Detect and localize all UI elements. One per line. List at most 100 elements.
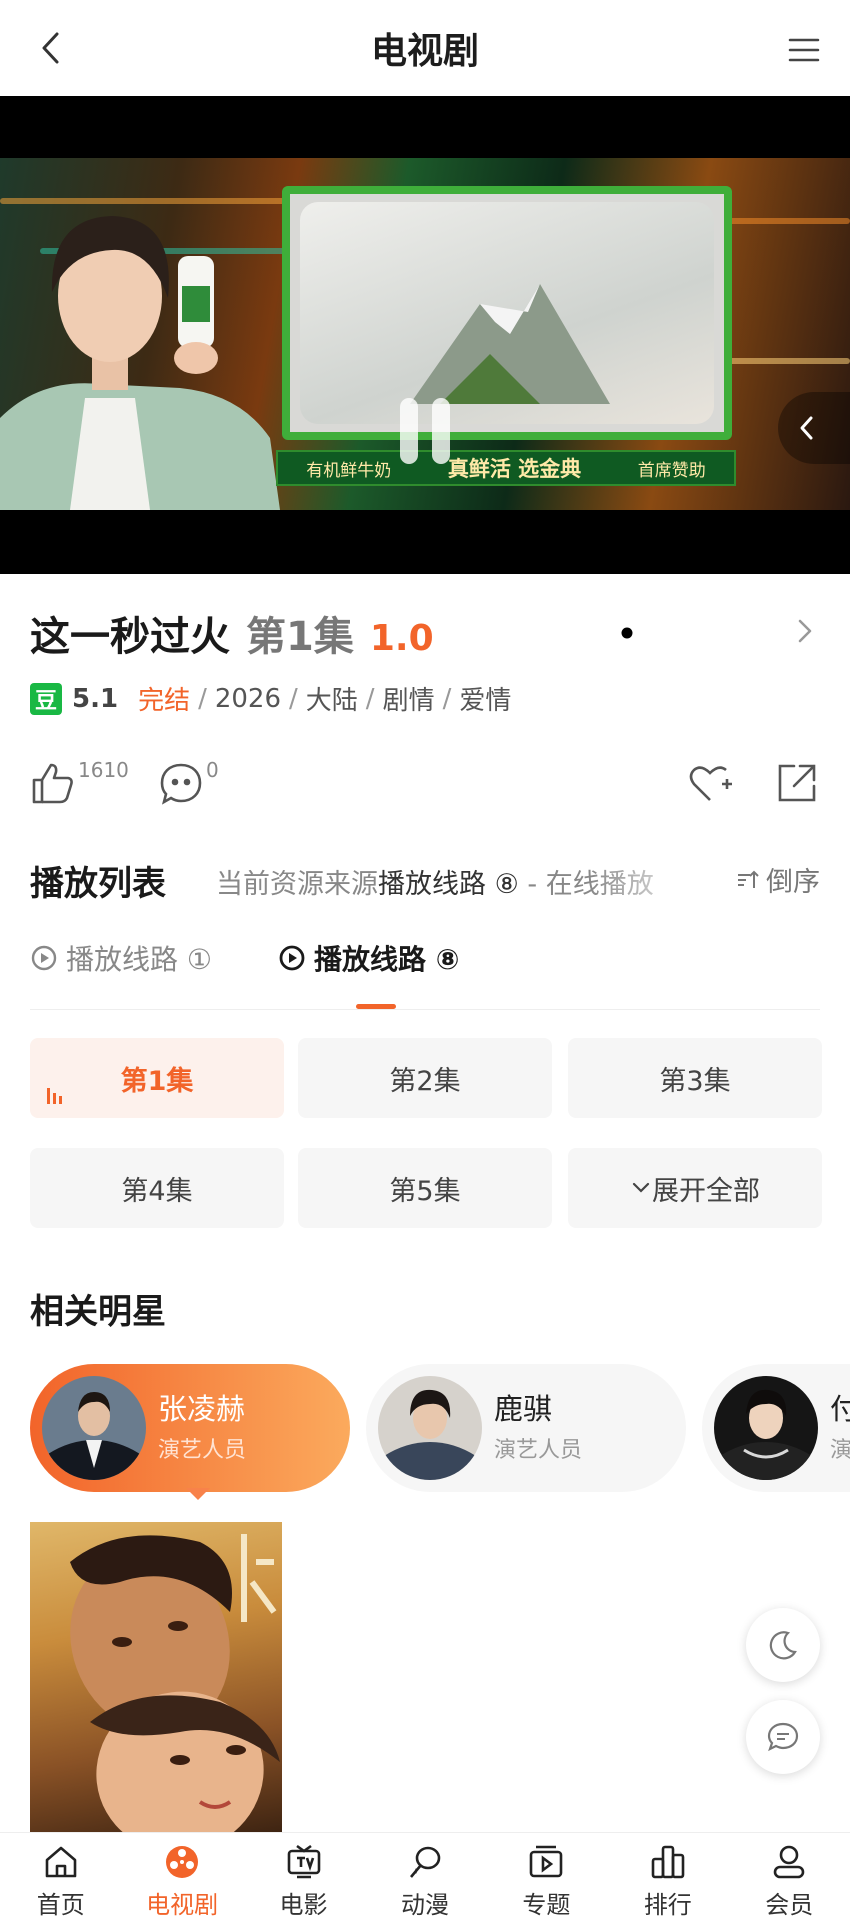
tab-topic[interactable]: 专题	[486, 1833, 607, 1932]
star-role: 演	[830, 1438, 850, 1463]
action-row: 1610 0	[30, 758, 820, 820]
bottom-tab-bar: 首页 电视剧 电影 动漫 专题 排行 会员	[0, 1832, 850, 1932]
playlist-title: 播放列表	[30, 864, 166, 904]
thumbs-up-icon	[32, 763, 73, 804]
play-circle-icon	[31, 945, 57, 971]
ad-text-center: 真鲜活 选金典	[447, 457, 582, 481]
menu-icon[interactable]	[784, 30, 824, 70]
progress-fill	[40, 590, 45, 594]
episode-label: 第3集	[659, 1065, 731, 1097]
star-name: 鹿骐	[494, 1392, 553, 1426]
dark-mode-moon-icon[interactable]	[746, 1608, 820, 1682]
home-icon	[45, 1846, 77, 1878]
tab-tv[interactable]: 电视剧	[121, 1833, 242, 1932]
route-label: 播放线路 ①	[66, 943, 213, 976]
tab-anime[interactable]: 动漫	[364, 1833, 485, 1932]
avatar	[42, 1376, 146, 1480]
tab-member[interactable]: 会员	[729, 1833, 850, 1932]
tab-route-1[interactable]: 播放线路 ①	[30, 938, 212, 978]
episode-button[interactable]: 第3集	[568, 1038, 822, 1118]
source-prefix: 当前资源来源	[216, 869, 378, 900]
show-score: 1.0	[369, 618, 434, 659]
tab-home[interactable]: 首页	[0, 1833, 121, 1932]
tv-icon	[287, 1844, 320, 1879]
expand-label: 展开全部	[652, 1175, 760, 1207]
year: 2026	[214, 683, 282, 714]
star-role: 演艺人员	[158, 1438, 247, 1463]
source-name: 播放线路 ⑧	[378, 869, 519, 900]
comment-face-icon	[160, 763, 202, 805]
star-card[interactable]: 鹿骐 演艺人员	[366, 1364, 686, 1492]
expand-all-button[interactable]: 展开全部	[568, 1148, 822, 1228]
show-poster[interactable]	[30, 1522, 282, 1832]
feedback-chat-icon[interactable]	[746, 1700, 820, 1774]
route-tabs: 播放线路 ① 播放线路 ⑧	[30, 938, 820, 1010]
video-player[interactable]: 有机鲜牛奶 真鲜活 选金典 首席赞助 广告 00:04 / 44:21	[0, 96, 850, 653]
section-title: 相关明星	[30, 1292, 166, 1332]
douban-icon: 豆	[30, 682, 62, 715]
collapse-arrow-button[interactable]	[778, 392, 850, 464]
favorite-heart-icon[interactable]	[686, 760, 734, 806]
tab-label: 动漫	[400, 1891, 449, 1919]
like-count: 1610	[78, 758, 129, 782]
ad-frame	[282, 186, 732, 440]
episode-button[interactable]: 第2集	[298, 1038, 552, 1118]
active-tab-indicator	[356, 1004, 396, 1009]
pause-icon[interactable]	[400, 398, 452, 464]
progress-bar[interactable]	[40, 590, 810, 594]
play-circle-icon	[279, 945, 305, 971]
now-playing-icon	[47, 1088, 62, 1104]
sort-label: 倒序	[766, 867, 820, 898]
star-name: 付	[830, 1392, 850, 1426]
star-pointer	[186, 1488, 210, 1500]
status-badge: 完结	[138, 686, 191, 716]
episode-label: 第4集	[121, 1175, 193, 1207]
avatar	[378, 1376, 482, 1480]
tab-label: 专题	[522, 1891, 571, 1919]
episode-label: 第1集	[120, 1065, 194, 1097]
douban-score: 5.1	[72, 683, 119, 714]
top-bar: 电视剧	[0, 0, 850, 96]
film-reel-icon	[166, 1846, 199, 1878]
star-role: 演艺人员	[494, 1438, 583, 1463]
show-meta: 豆 5.1 完结 / 2026 / 大陆 / 剧情 / 爱情	[30, 680, 511, 717]
tab-route-8[interactable]: 播放线路 ⑧	[278, 938, 459, 978]
episode-button[interactable]: 第4集	[30, 1148, 284, 1228]
show-title-row: 这一秒过火 第1集 1.0	[30, 604, 434, 662]
meta-separator: /	[365, 683, 375, 714]
avatar	[714, 1376, 818, 1480]
sort-button[interactable]: 倒序	[726, 860, 820, 899]
tab-label: 首页	[36, 1891, 85, 1919]
ad-spokesperson-image	[0, 216, 280, 510]
meta-separator: /	[289, 683, 298, 714]
show-name: 这一秒过火	[30, 614, 230, 660]
tab-label: 电视剧	[146, 1891, 219, 1919]
anime-icon	[409, 1846, 441, 1878]
sort-icon	[738, 870, 759, 888]
episode-label: 第2集	[389, 1065, 461, 1097]
picture-mode-icon[interactable]	[678, 610, 724, 656]
share-icon[interactable]	[774, 760, 820, 806]
star-name: 张凌赫	[158, 1392, 246, 1426]
episode-button[interactable]: 第5集	[298, 1148, 552, 1228]
star-card[interactable]: 张凌赫 演艺人员	[30, 1364, 350, 1492]
tab-rank[interactable]: 排行	[607, 1833, 728, 1932]
tab-label: 电影	[279, 1891, 328, 1919]
playlist-header: 播放列表 当前资源来源播放线路 ⑧ - 在线播放 倒序	[30, 856, 820, 904]
route-label: 播放线路 ⑧	[314, 943, 460, 976]
comment-button[interactable]: 0	[158, 758, 219, 806]
genre: 剧情	[382, 686, 435, 716]
tab-label: 排行	[643, 1891, 692, 1919]
episode-button[interactable]: 第1集	[30, 1038, 284, 1118]
chevron-right-icon[interactable]	[790, 614, 820, 648]
like-button[interactable]: 1610	[30, 758, 129, 806]
ad-text-right: 首席赞助	[637, 460, 706, 481]
tab-label: 会员	[765, 1891, 814, 1919]
user-icon	[773, 1845, 805, 1879]
tab-movie[interactable]: 电影	[243, 1833, 364, 1932]
comment-count: 0	[206, 758, 219, 782]
settings-gear-icon[interactable]	[604, 610, 650, 656]
episode-label: 第5集	[389, 1175, 461, 1207]
star-card[interactable]: 付 演	[702, 1364, 850, 1492]
topic-icon	[530, 1845, 563, 1878]
